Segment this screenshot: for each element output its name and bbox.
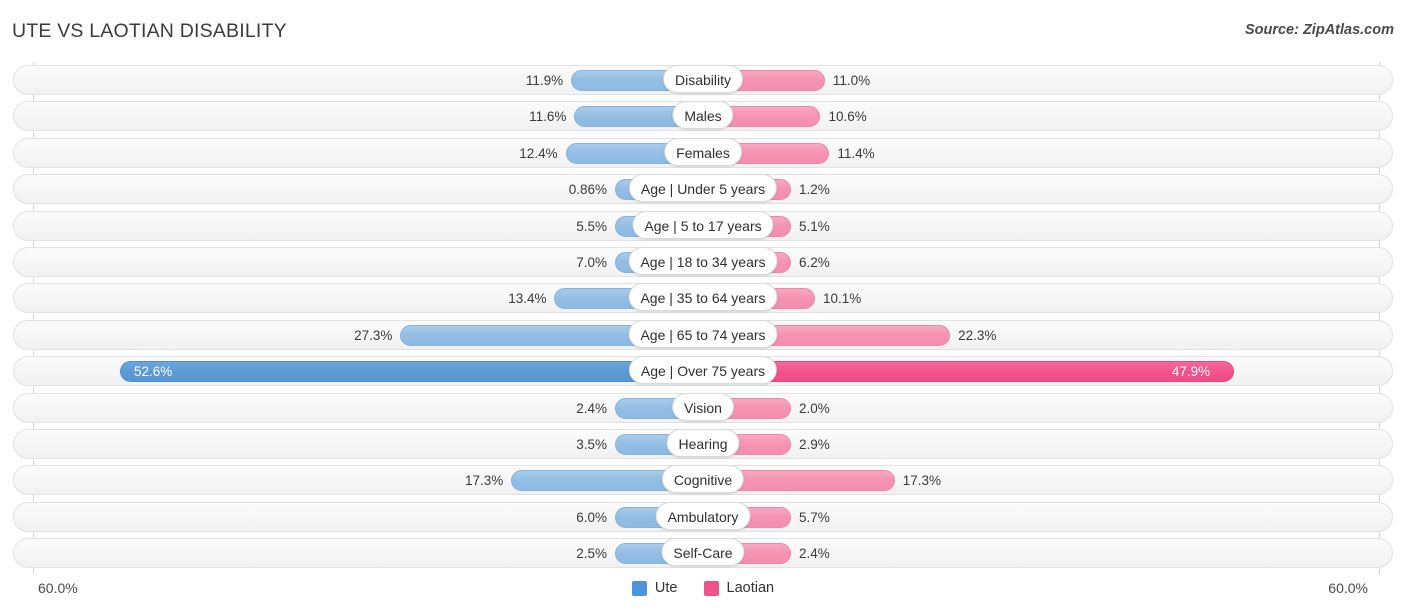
value-label-ute: 12.4%: [519, 144, 557, 163]
legend-item[interactable]: Ute: [632, 580, 678, 596]
chart-legend: Ute Laotian: [0, 580, 1406, 596]
bar-ute: [120, 361, 703, 382]
legend-label: Laotian: [727, 580, 775, 596]
value-label-laotian: 47.9%: [1172, 362, 1210, 381]
chart-row: 2.4% 2.0% Vision: [0, 390, 1406, 426]
chart-row: 27.3% 22.3% Age | 65 to 74 years: [0, 317, 1406, 353]
legend-swatch-icon: [632, 581, 647, 596]
chart-row: 2.5% 2.4% Self-Care: [0, 535, 1406, 571]
chart-page: UTE VS LAOTIAN DISABILITY Source: ZipAtl…: [0, 0, 1406, 612]
value-label-ute: 52.6%: [134, 362, 172, 381]
value-label-laotian: 5.1%: [799, 217, 830, 236]
value-label-ute: 6.0%: [576, 508, 607, 527]
category-label: Age | 65 to 74 years: [628, 320, 777, 348]
chart-row: 12.4% 11.4% Females: [0, 135, 1406, 171]
chart-row: 11.6% 10.6% Males: [0, 98, 1406, 134]
legend-label: Ute: [655, 580, 678, 596]
value-label-laotian: 2.0%: [799, 399, 830, 418]
value-label-laotian: 5.7%: [799, 508, 830, 527]
chart-rows: 11.9% 11.0% Disability 11.6% 10.6% Males 12.4%…: [0, 62, 1406, 571]
category-label: Ambulatory: [656, 502, 751, 530]
value-label-ute: 13.4%: [508, 289, 546, 308]
value-label-laotian: 6.2%: [799, 253, 830, 272]
chart-row: 3.5% 2.9% Hearing: [0, 426, 1406, 462]
value-label-laotian: 10.6%: [828, 107, 866, 126]
category-label: Cognitive: [662, 465, 744, 493]
category-label: Hearing: [666, 429, 739, 457]
value-label-laotian: 1.2%: [799, 180, 830, 199]
category-label: Age | 18 to 34 years: [628, 247, 777, 275]
value-label-ute: 7.0%: [576, 253, 607, 272]
value-label-ute: 5.5%: [576, 217, 607, 236]
category-label: Males: [672, 101, 733, 129]
category-label: Age | 35 to 64 years: [628, 283, 777, 311]
category-label: Age | 5 to 17 years: [632, 211, 773, 239]
source-attribution: Source: ZipAtlas.com: [1245, 22, 1394, 38]
chart-row: 11.9% 11.0% Disability: [0, 62, 1406, 98]
value-label-ute: 2.4%: [576, 399, 607, 418]
category-label: Age | Over 75 years: [629, 356, 777, 384]
value-label-laotian: 22.3%: [958, 326, 996, 345]
chart-row: 0.86% 1.2% Age | Under 5 years: [0, 171, 1406, 207]
value-label-laotian: 2.4%: [799, 544, 830, 563]
chart-row: 7.0% 6.2% Age | 18 to 34 years: [0, 244, 1406, 280]
category-label: Females: [664, 138, 742, 166]
category-label: Vision: [672, 393, 734, 421]
category-label: Age | Under 5 years: [629, 174, 777, 202]
value-label-ute: 3.5%: [576, 435, 607, 454]
chart-row: 13.4% 10.1% Age | 35 to 64 years: [0, 280, 1406, 316]
chart-row: 52.6% 47.9% Age | Over 75 years: [0, 353, 1406, 389]
chart-plot-area: 11.9% 11.0% Disability 11.6% 10.6% Males 12.4%…: [0, 62, 1406, 572]
chart-footer: 60.0% 60.0% UteLaotian: [0, 572, 1406, 612]
value-label-ute: 2.5%: [576, 544, 607, 563]
chart-row: 17.3% 17.3% Cognitive: [0, 462, 1406, 498]
value-label-ute: 27.3%: [354, 326, 392, 345]
category-label: Self-Care: [661, 538, 744, 566]
value-label-ute: 0.86%: [569, 180, 607, 199]
bar-laotian: [703, 361, 1234, 382]
value-label-laotian: 11.4%: [837, 144, 874, 163]
chart-header: UTE VS LAOTIAN DISABILITY Source: ZipAtl…: [0, 0, 1406, 56]
legend-swatch-icon: [704, 581, 719, 596]
legend-item[interactable]: Laotian: [704, 580, 775, 596]
value-label-laotian: 10.1%: [823, 289, 861, 308]
value-label-laotian: 2.9%: [799, 435, 830, 454]
value-label-ute: 17.3%: [465, 471, 503, 490]
chart-row: 5.5% 5.1% Age | 5 to 17 years: [0, 208, 1406, 244]
page-title: UTE VS LAOTIAN DISABILITY: [12, 20, 287, 43]
chart-row: 6.0% 5.7% Ambulatory: [0, 499, 1406, 535]
value-label-ute: 11.9%: [526, 71, 563, 90]
value-label-laotian: 17.3%: [903, 471, 941, 490]
value-label-laotian: 11.0%: [833, 71, 870, 90]
category-label: Disability: [663, 65, 743, 93]
value-label-ute: 11.6%: [529, 107, 566, 126]
